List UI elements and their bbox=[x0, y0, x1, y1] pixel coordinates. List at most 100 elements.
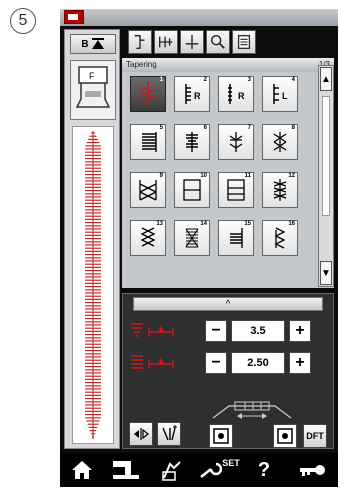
stitch-button[interactable]: 8 bbox=[262, 124, 298, 160]
stitch-pattern-icon bbox=[186, 132, 198, 152]
scroll-up-button[interactable]: ▲ bbox=[320, 67, 332, 91]
status-bar bbox=[60, 9, 338, 26]
mirror-button[interactable] bbox=[129, 422, 153, 446]
stitch-button[interactable]: 4L bbox=[262, 76, 298, 112]
stitch-letter: L bbox=[282, 91, 288, 101]
stitch-adjust-button[interactable] bbox=[154, 30, 178, 54]
stitch-preview-graphic bbox=[85, 131, 101, 439]
settings-panel: ^ − 3.5 + − 2.50 + DFT bbox=[122, 293, 334, 449]
scroll-thumb[interactable] bbox=[322, 96, 330, 216]
stitch-button[interactable]: 16 bbox=[262, 220, 298, 256]
scroll-down-button[interactable]: ▼ bbox=[320, 261, 332, 285]
width-plus-button[interactable]: + bbox=[289, 320, 311, 342]
stitch-pattern-icon bbox=[183, 179, 201, 201]
settings-button[interactable]: SET bbox=[194, 457, 244, 483]
zoom-button[interactable] bbox=[206, 30, 230, 54]
target-icon bbox=[277, 428, 293, 444]
stitch-pattern-icon: R bbox=[228, 84, 245, 104]
utility-tool-button[interactable] bbox=[128, 30, 152, 54]
stitch-letter: R bbox=[238, 91, 245, 101]
width-value: 3.5 bbox=[231, 320, 285, 342]
category-bar: Tapering 1/3 bbox=[122, 58, 334, 72]
embroidery-button[interactable] bbox=[156, 457, 188, 483]
needle-position-button[interactable] bbox=[180, 30, 204, 54]
stitch-button[interactable]: 11 bbox=[218, 172, 254, 208]
stitch-scrollbar[interactable]: ▲ ▼ bbox=[318, 65, 334, 287]
stitch-button[interactable]: 14 bbox=[174, 220, 210, 256]
utility-tool-icon bbox=[134, 35, 145, 49]
taper-end-angle-button[interactable] bbox=[273, 424, 297, 448]
machine-icon bbox=[64, 10, 84, 24]
sewing-machine-screen: B F Tapering 1/3 bbox=[60, 9, 338, 487]
stitch-pattern-icon: L bbox=[273, 84, 288, 104]
stitch-pattern-icon bbox=[139, 180, 157, 201]
stitch-button[interactable]: 3R bbox=[218, 76, 254, 112]
stitch-pattern-icon: R bbox=[185, 84, 201, 104]
taper-start-button[interactable] bbox=[157, 422, 181, 446]
stitch-button[interactable]: 5 bbox=[130, 124, 166, 160]
taper-angle-diagram bbox=[212, 401, 292, 419]
stitch-button[interactable]: 1 bbox=[130, 76, 166, 112]
arrow-down-icon: ▼ bbox=[321, 267, 331, 279]
stitch-pattern-icon bbox=[274, 227, 286, 249]
stitch-length-icon bbox=[131, 355, 174, 369]
stitch-width-icon bbox=[131, 323, 174, 337]
help-button[interactable]: ? bbox=[252, 457, 276, 483]
mirror-icon bbox=[134, 428, 149, 440]
stitch-selection-area: Tapering 1/3 12R3R4L 5678 9101112 13141516 bbox=[122, 58, 334, 288]
target-icon bbox=[213, 428, 229, 444]
taper-start-angle-button[interactable] bbox=[209, 424, 233, 448]
default-button[interactable]: DFT bbox=[303, 424, 327, 448]
chevron-up-icon: ^ bbox=[225, 298, 231, 310]
stitch-letter: R bbox=[194, 91, 201, 101]
presser-foot-icon: F bbox=[75, 66, 111, 108]
length-minus-button[interactable]: − bbox=[205, 352, 227, 374]
stitch-pattern-icon bbox=[227, 179, 245, 201]
stitch-button[interactable]: 6 bbox=[174, 124, 210, 160]
memo-button[interactable] bbox=[232, 30, 256, 54]
category-name: Tapering bbox=[126, 60, 157, 69]
home-icon bbox=[72, 461, 92, 479]
stitch-button[interactable]: 12 bbox=[262, 172, 298, 208]
bottom-nav: SET ? bbox=[60, 453, 338, 487]
zoom-icon bbox=[210, 34, 225, 49]
stitch-preview bbox=[72, 126, 114, 444]
embroidery-icon bbox=[162, 461, 181, 481]
stitch-pattern-icon bbox=[229, 132, 243, 152]
stitch-button[interactable]: 15 bbox=[218, 220, 254, 256]
presser-foot-display[interactable]: F bbox=[70, 60, 116, 120]
stitch-button[interactable]: 9 bbox=[130, 172, 166, 208]
machine-icon bbox=[113, 461, 139, 479]
lock-button[interactable] bbox=[296, 457, 330, 483]
stitch-pattern-icon bbox=[273, 179, 287, 201]
left-panel: B F bbox=[64, 29, 120, 449]
length-value: 2.50 bbox=[231, 352, 285, 374]
home-button[interactable] bbox=[68, 457, 96, 483]
bobbin-button[interactable]: B bbox=[70, 34, 116, 54]
bobbin-button-label: B bbox=[81, 38, 89, 50]
stitch-button[interactable]: 13 bbox=[130, 220, 166, 256]
arrow-up-icon: ▲ bbox=[321, 73, 331, 85]
svg-text:F: F bbox=[89, 71, 95, 81]
stitch-pattern-icon bbox=[273, 132, 287, 152]
stitch-adjust-icon bbox=[159, 36, 173, 48]
wrench-icon bbox=[200, 462, 223, 478]
memo-icon bbox=[237, 35, 251, 49]
stitch-pattern-icon bbox=[140, 82, 156, 106]
taper-icon bbox=[162, 425, 177, 441]
machine-settings-button[interactable] bbox=[108, 457, 144, 483]
stitch-button[interactable]: 7 bbox=[218, 124, 254, 160]
stitch-pattern-icon bbox=[185, 228, 199, 248]
stitch-pattern-icon bbox=[140, 227, 156, 247]
bobbin-arrow-icon bbox=[91, 38, 104, 49]
collapse-panel-button[interactable]: ^ bbox=[133, 297, 323, 311]
set-label: SET bbox=[222, 458, 240, 468]
stitch-button[interactable]: 2R bbox=[174, 76, 210, 112]
key-icon bbox=[300, 465, 325, 476]
stitch-pattern-icon bbox=[230, 228, 243, 248]
width-minus-button[interactable]: − bbox=[205, 320, 227, 342]
needle-position-icon bbox=[185, 34, 199, 50]
length-plus-button[interactable]: + bbox=[289, 352, 311, 374]
step-number: 5 bbox=[10, 8, 36, 34]
stitch-button[interactable]: 10 bbox=[174, 172, 210, 208]
